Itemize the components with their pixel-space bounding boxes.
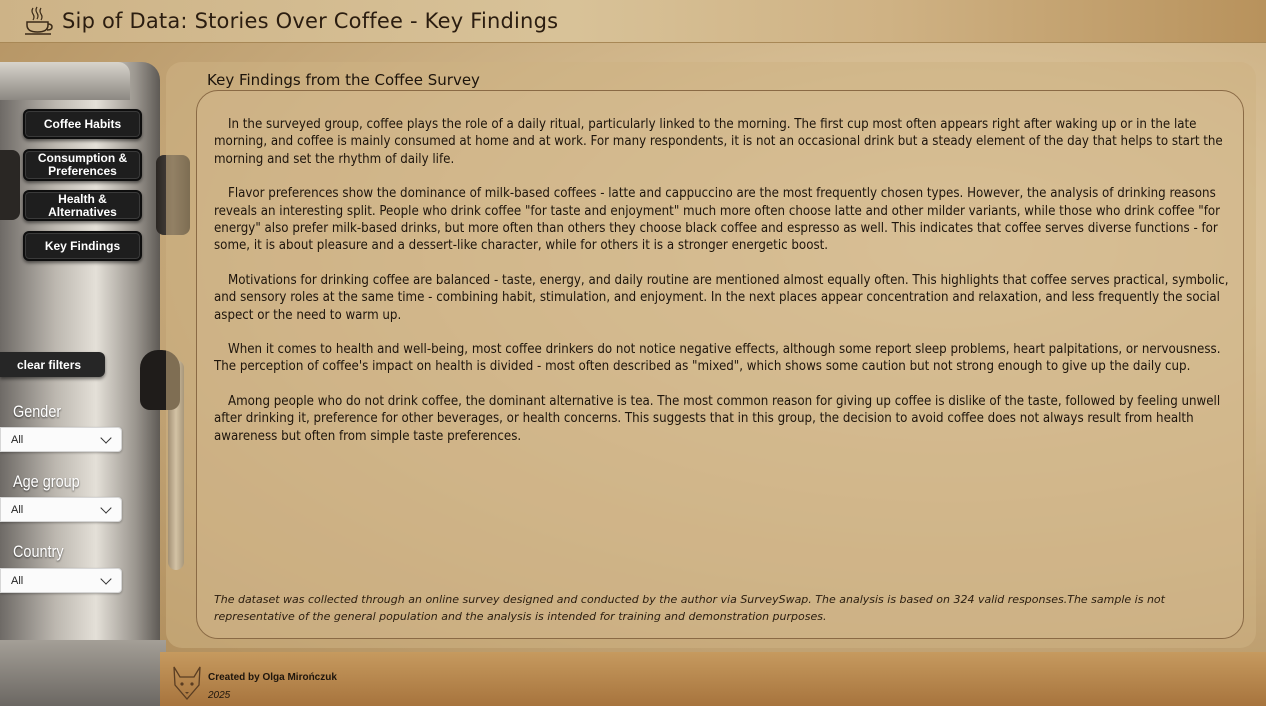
age-group-selected-value: All bbox=[11, 503, 24, 516]
fox-logo-icon bbox=[170, 663, 204, 703]
creator-year: 2025 bbox=[208, 690, 231, 701]
machine-panel-graphic bbox=[0, 150, 20, 220]
nav-health-alternatives-button[interactable]: Health & Alternatives bbox=[23, 190, 142, 221]
machine-base-graphic bbox=[0, 640, 166, 706]
gender-filter-label: Gender bbox=[13, 402, 62, 421]
gender-selected-value: All bbox=[11, 433, 24, 446]
findings-title: Key Findings from the Coffee Survey bbox=[207, 71, 480, 89]
chevron-down-icon bbox=[100, 432, 112, 444]
header-bar: Sip of Data: Stories Over Coffee - Key F… bbox=[0, 0, 1266, 43]
finding-paragraph: When it comes to health and well-being, … bbox=[214, 342, 1221, 375]
nav-coffee-habits-button[interactable]: Coffee Habits bbox=[23, 109, 142, 139]
coffee-cup-icon bbox=[22, 5, 54, 37]
chevron-down-icon bbox=[100, 573, 112, 585]
creator-credit: Created by Olga Mirończuk bbox=[208, 672, 337, 683]
finding-paragraph: Among people who do not drink coffee, th… bbox=[214, 393, 1221, 444]
age-group-filter-label: Age group bbox=[13, 472, 80, 491]
dataset-disclaimer: The dataset was collected through an onl… bbox=[214, 593, 1165, 623]
country-filter-label: Country bbox=[13, 542, 64, 561]
finding-paragraph: In the surveyed group, coffee plays the … bbox=[214, 117, 1223, 167]
nav-consumption-preferences-button[interactable]: Consumption & Preferences bbox=[23, 149, 142, 181]
country-selected-value: All bbox=[11, 574, 24, 587]
finding-paragraph: Flavor preferences show the dominance of… bbox=[214, 186, 1221, 254]
age-group-dropdown[interactable]: All bbox=[0, 497, 122, 522]
gender-dropdown[interactable]: All bbox=[0, 427, 122, 452]
finding-paragraph: Motivations for drinking coffee are bala… bbox=[214, 272, 1229, 323]
clear-filters-button[interactable]: clear filters bbox=[0, 352, 105, 377]
machine-top-graphic bbox=[0, 62, 130, 100]
chevron-down-icon bbox=[100, 502, 112, 514]
nav-key-findings-button[interactable]: Key Findings bbox=[23, 231, 142, 261]
page-title: Sip of Data: Stories Over Coffee - Key F… bbox=[62, 9, 559, 33]
country-dropdown[interactable]: All bbox=[0, 568, 122, 593]
findings-text: In the surveyed group, coffee plays the … bbox=[214, 116, 1230, 462]
